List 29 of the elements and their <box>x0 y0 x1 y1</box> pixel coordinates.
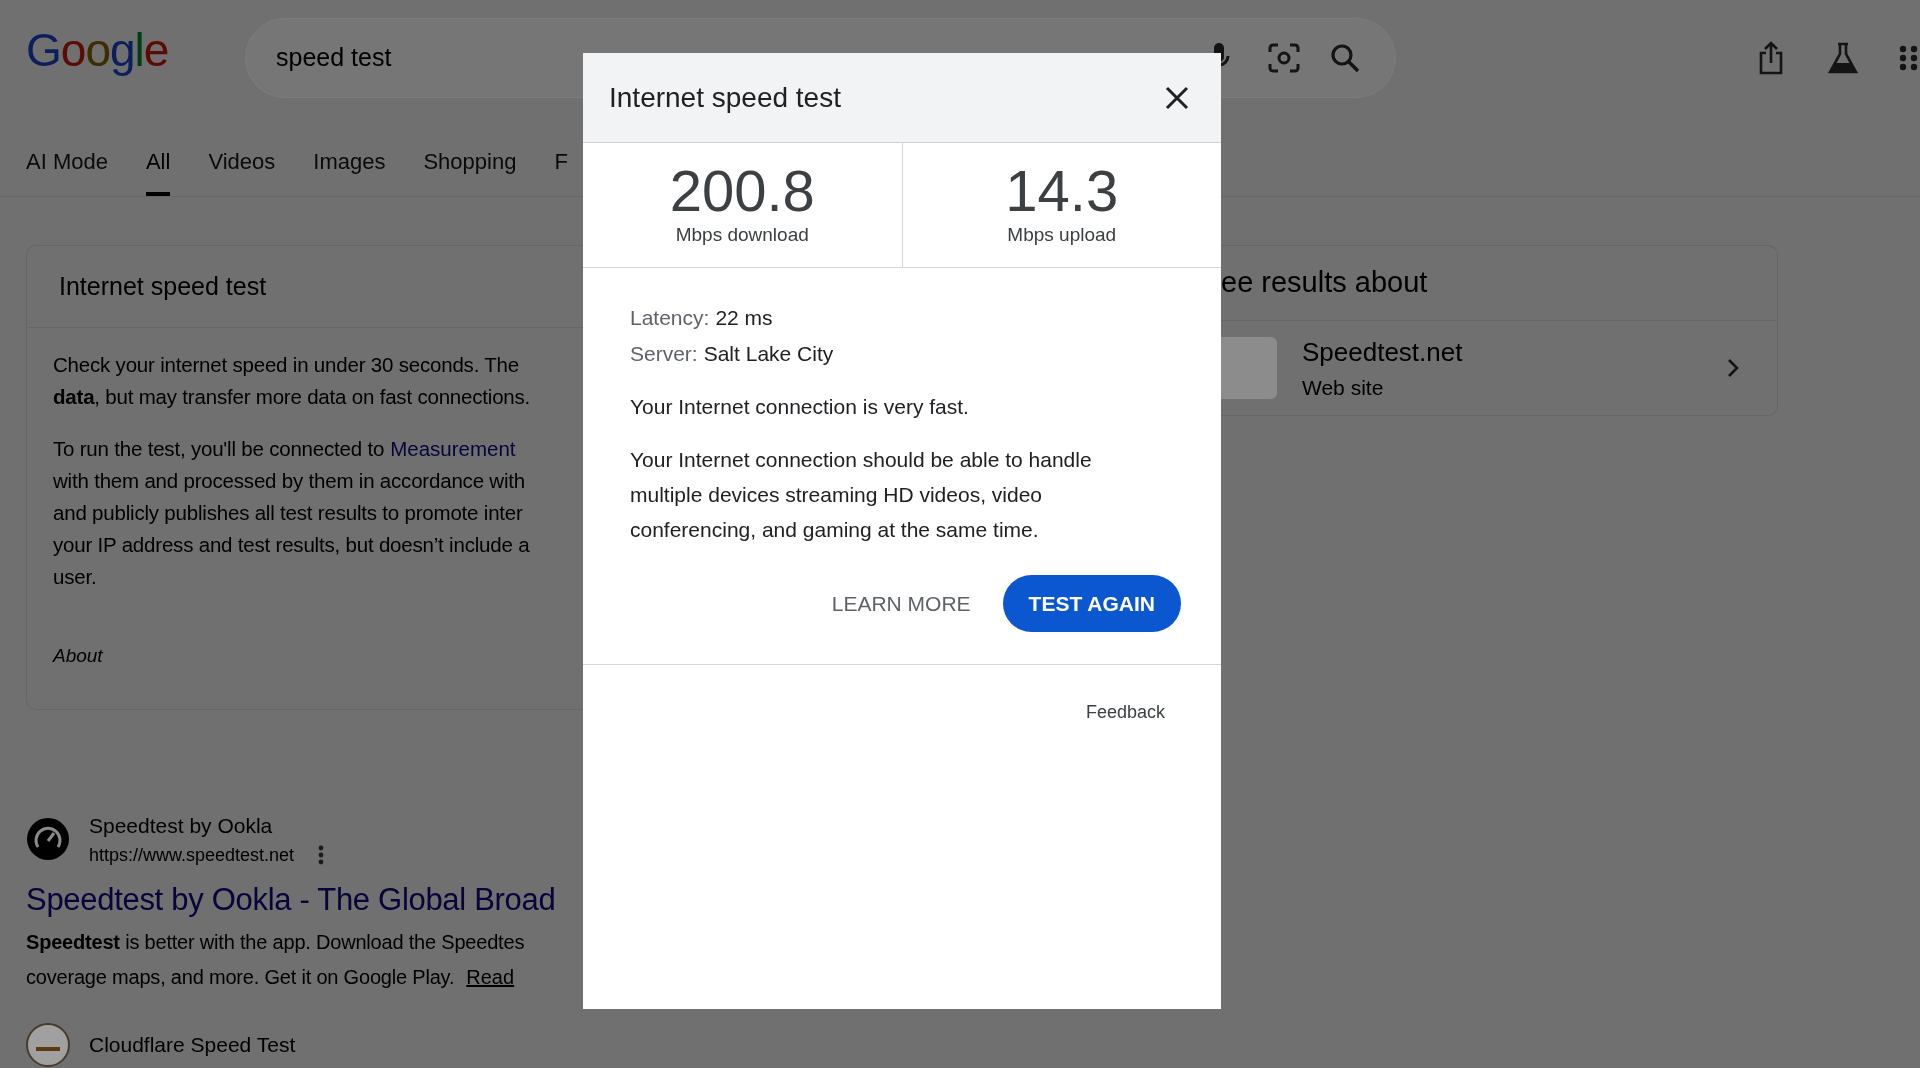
search-query: speed test <box>276 42 392 74</box>
about-label: About <box>51 644 104 668</box>
panel-title: ee results about <box>1221 265 1428 301</box>
entity-type: Web site <box>1302 374 1385 401</box>
speed-unit-label: Mbps upload <box>1007 223 1117 247</box>
snippet-text: Speedtest is better with the app. Download the Speedtes <box>26 930 525 955</box>
text-line: To run the test, you'll be connected to <box>53 436 385 462</box>
text-line: Check your internet speed in under 30 seconds. The <box>53 352 519 378</box>
text-line: and publicly publishes all test results to promote inter <box>53 500 523 526</box>
detail-value: 22 ms <box>715 305 773 331</box>
snippet-text: coverage maps, and more. Get it on Google Play. <box>26 965 455 990</box>
entity-name: Speedtest.net <box>1302 335 1463 369</box>
detail-value: Salt Lake City <box>703 340 834 367</box>
detail-label: Latency: <box>630 305 710 331</box>
text-line: with them and processed by them in accordance with <box>53 468 525 494</box>
dialog-title: Internet speed test <box>609 80 841 115</box>
detail-label: Server: <box>630 340 698 367</box>
text-line: user. <box>53 564 97 590</box>
speed-value: 14.3 <box>1005 161 1119 221</box>
result-message: Your Internet connection is very fast. <box>630 394 970 420</box>
site-url: https://www.speedtest.net <box>89 843 295 867</box>
text-line: your IP address and test results, but doesn’t include a <box>53 532 530 558</box>
speed-unit-label: Mbps download <box>675 223 809 247</box>
site-name: Speedtest by Ookla <box>89 813 274 839</box>
result-message: Your Internet connection should be able to handle multiple devices streaming HD videos, video conferencing, and gaming at the same time. <box>630 447 1093 543</box>
card-title: Internet speed test <box>59 270 267 302</box>
site-name: Cloudflare Speed Test <box>89 1032 296 1059</box>
text-line: data, but may transfer more data on fast connections. <box>53 384 531 410</box>
speed-value: 200.8 <box>669 161 815 221</box>
